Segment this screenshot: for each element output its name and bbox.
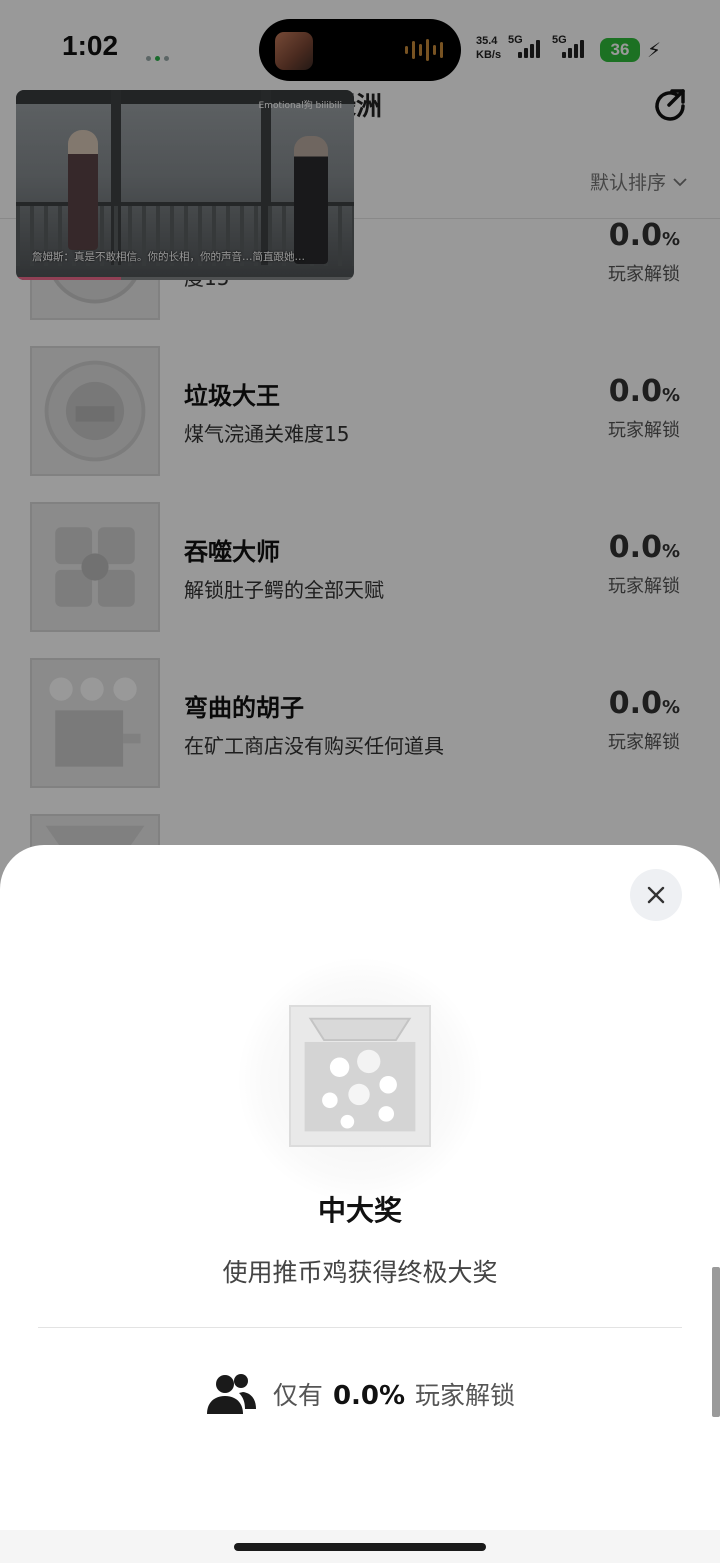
stat-prefix: 仅有: [272, 1381, 323, 1410]
home-indicator[interactable]: [234, 1543, 486, 1551]
achievement-badge-large: [289, 1005, 431, 1147]
stat-suffix: 玩家解锁: [415, 1381, 516, 1410]
divider: [38, 1327, 682, 1328]
achievement-description: 使用推币鸡获得终极大奖: [222, 1258, 498, 1287]
unlock-stat: 仅有 0.0% 玩家解锁: [0, 1371, 720, 1417]
close-icon: [647, 886, 665, 904]
close-button[interactable]: [630, 869, 682, 921]
users-icon: [206, 1374, 256, 1414]
achievement-title: 中大奖: [317, 1194, 402, 1227]
scrollbar[interactable]: [712, 1267, 720, 1417]
stat-value: 0.0%: [332, 1381, 406, 1411]
achievement-detail-sheet: 中大奖 使用推币鸡获得终极大奖 仅有 0.0% 玩家解锁: [0, 845, 720, 1563]
